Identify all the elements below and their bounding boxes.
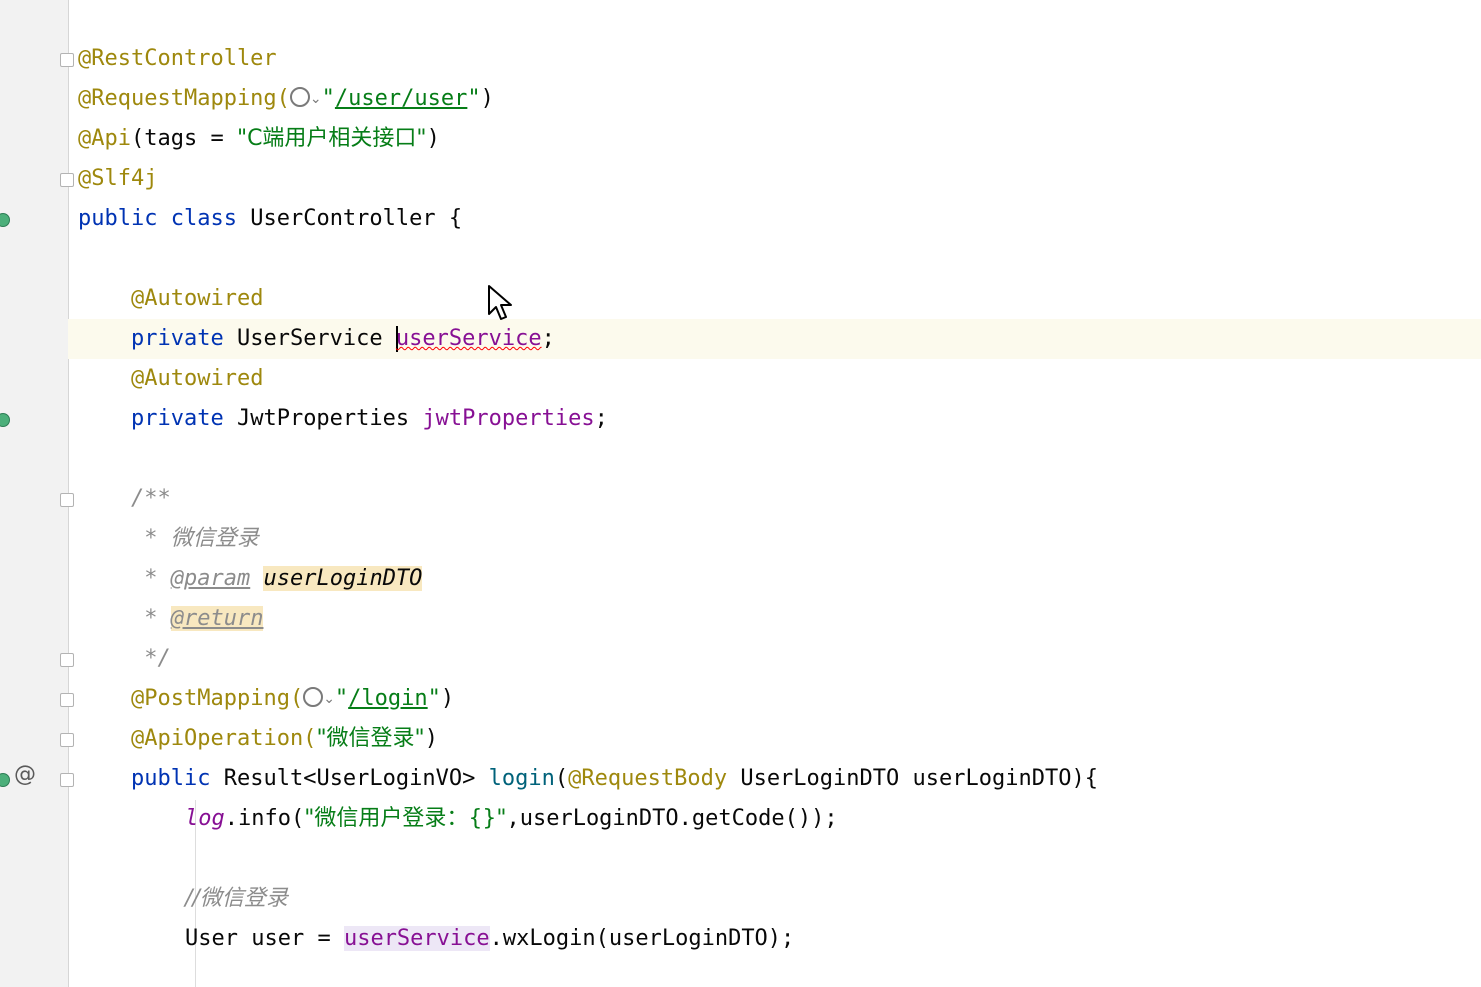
- method-login[interactable]: login: [489, 766, 555, 791]
- code-lines: @RestController @RequestMapping(⌄"/user/…: [68, 39, 1481, 959]
- code-line: */: [68, 639, 1481, 679]
- annotation-postmapping: @PostMapping(: [131, 686, 304, 711]
- code-line: public class UserController {: [78, 206, 463, 231]
- code-line: * 微信登录: [131, 526, 259, 551]
- line-comment: //微信登录: [185, 886, 288, 911]
- code-line: @Slf4j: [68, 159, 1481, 199]
- globe-icon[interactable]: [303, 687, 324, 707]
- code-line: /**: [68, 479, 1481, 519]
- javadoc-open: /**: [131, 486, 171, 511]
- code-line: @Autowired: [68, 279, 1481, 319]
- code-line: @RestController: [68, 39, 1481, 79]
- javadoc-param-tag: @param: [170, 566, 251, 591]
- field-jwtproperties[interactable]: jwtProperties: [422, 406, 594, 431]
- spring-bean-icon[interactable]: [0, 413, 10, 427]
- code-line: * @return: [131, 606, 264, 631]
- code-line: @RequestMapping(⌄"/user/user"): [78, 86, 494, 111]
- log-string: "微信用户登录：{}": [304, 806, 507, 831]
- code-line: User user = userService.wxLogin(userLogi…: [185, 926, 795, 951]
- javadoc-text: 微信登录: [170, 526, 259, 551]
- request-path-link[interactable]: /user/user: [335, 86, 467, 111]
- code-line: private JwtProperties jwtProperties;: [131, 406, 608, 431]
- at-sign-icon[interactable]: @: [14, 762, 36, 787]
- apioperation-string: "微信登录": [316, 726, 425, 751]
- code-line: @Autowired: [68, 359, 1481, 399]
- log-field[interactable]: log: [185, 806, 225, 831]
- code-line: @PostMapping(⌄"/login"): [131, 686, 455, 711]
- globe-icon[interactable]: [289, 87, 310, 107]
- code-line: @Api(tags = "C端用户相关接口"): [78, 126, 440, 151]
- spring-bean-icon[interactable]: [0, 213, 10, 227]
- chevron-down-icon[interactable]: ⌄: [310, 91, 322, 107]
- code-line: //微信登录: [68, 879, 1481, 919]
- editor-gutter[interactable]: @: [0, 0, 74, 987]
- annotation-apioperation: @ApiOperation(: [131, 726, 317, 751]
- chevron-down-icon[interactable]: ⌄: [323, 691, 335, 707]
- annotation-requestbody: @RequestBody: [568, 766, 728, 791]
- code-line-current: private UserService userService;: [131, 326, 555, 352]
- mouse-pointer-icon: [488, 285, 512, 320]
- login-path-link[interactable]: /login: [348, 686, 427, 711]
- code-line: log.info("微信用户登录：{}",userLoginDTO.getCod…: [185, 806, 838, 831]
- field-userservice-usage[interactable]: userService: [343, 926, 490, 951]
- code-line: @ApiOperation("微信登录"): [131, 726, 438, 751]
- annotation-api: @Api: [78, 126, 131, 151]
- class-declaration: UserController {: [250, 206, 463, 231]
- annotation-requestmapping: @RequestMapping(: [78, 86, 290, 111]
- field-userservice[interactable]: userService: [396, 326, 542, 351]
- annotation-autowired: @Autowired: [131, 366, 264, 391]
- annotation-slf4j: @Slf4j: [78, 166, 158, 191]
- api-tag-string: "C端用户相关接口": [236, 126, 427, 151]
- annotation-autowired: @Autowired: [131, 286, 264, 311]
- spring-bean-icon[interactable]: [0, 773, 10, 787]
- annotation-restcontroller: @RestController: [78, 46, 277, 71]
- code-line: public Result<UserLoginVO> login(@Reques…: [131, 766, 1098, 791]
- javadoc-return-tag: @return: [170, 606, 264, 631]
- code-line: * @param userLoginDTO: [131, 566, 423, 591]
- javadoc-close: */: [131, 646, 171, 671]
- javadoc-param-name: userLoginDTO: [263, 566, 423, 591]
- code-editor[interactable]: @RestController @RequestMapping(⌄"/user/…: [68, 0, 1481, 987]
